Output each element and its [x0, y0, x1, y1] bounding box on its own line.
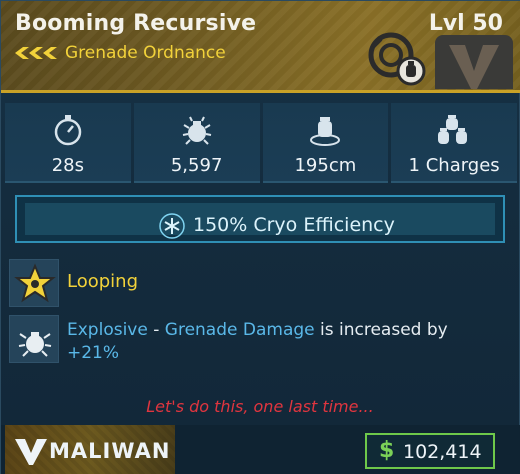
- stats-row: 28s 5,597 195cm 1 Charges: [5, 103, 517, 183]
- stat-radius: 195cm: [262, 103, 389, 183]
- separator: -: [147, 320, 165, 340]
- perk-description: Explosive - Grenade Damage is increased …: [67, 319, 497, 365]
- description-text: is increased by: [314, 320, 448, 340]
- perk-explosive: Explosive - Grenade Damage is increased …: [5, 313, 517, 369]
- damage-icon: [182, 116, 211, 145]
- price-value: 102,414: [403, 441, 482, 463]
- item-type: Grenade Ordnance: [65, 43, 226, 63]
- item-card: Booming Recursive Grenade Ordnance Lvl 5…: [0, 0, 520, 474]
- price-box: $ 102,414: [365, 433, 495, 469]
- timer-icon: [54, 115, 82, 146]
- manufacturer-banner: MALIWAN: [5, 425, 175, 474]
- cryo-snowflake-icon: [159, 213, 185, 239]
- item-footer: MALIWAN $ 102,414: [1, 425, 520, 474]
- maliwan-logo-icon: [15, 439, 47, 465]
- stat-charges: 1 Charges: [391, 103, 517, 183]
- perk-label: Looping: [67, 271, 138, 292]
- bonus-value: +21%: [67, 343, 120, 363]
- element-efficiency: 150% Cryo Efficiency: [193, 214, 395, 236]
- perk-looping: Looping: [5, 257, 517, 309]
- manufacturer-name: MALIWAN: [49, 439, 171, 463]
- radius-icon: [310, 117, 341, 146]
- perk-icon-box: [9, 315, 59, 363]
- keyword-explosive: Explosive: [67, 320, 148, 340]
- charges-icon: [438, 115, 468, 144]
- item-name: Booming Recursive: [15, 11, 257, 36]
- explosive-icon: [18, 332, 52, 357]
- element-bar: 150% Cryo Efficiency: [15, 195, 505, 243]
- stat-fuse-time: 28s: [5, 103, 131, 183]
- manufacturer-emblem: [435, 35, 513, 89]
- item-header: Booming Recursive Grenade Ordnance Lvl 5…: [1, 1, 520, 93]
- element-bar-inner: 150% Cryo Efficiency: [25, 203, 495, 239]
- stat-value: 1 Charges: [408, 155, 500, 176]
- stat-value: 195cm: [294, 155, 357, 176]
- maliwan-emblem-icon: [449, 45, 499, 89]
- rarity-chevrons-icon: [15, 47, 57, 59]
- star-burst-icon: [14, 263, 56, 303]
- stat-value: 5,597: [170, 155, 223, 176]
- stat-value: 28s: [51, 155, 85, 176]
- perk-icon-box: [9, 259, 59, 307]
- dollar-icon: $: [379, 438, 395, 463]
- flavor-text: Let's do this, one last time...: [146, 397, 374, 416]
- grenade-type-icon: [368, 32, 426, 86]
- keyword-grenade-damage: Grenade Damage: [164, 320, 315, 340]
- item-level: Lvl 50: [428, 11, 503, 36]
- stat-damage: 5,597: [133, 103, 260, 183]
